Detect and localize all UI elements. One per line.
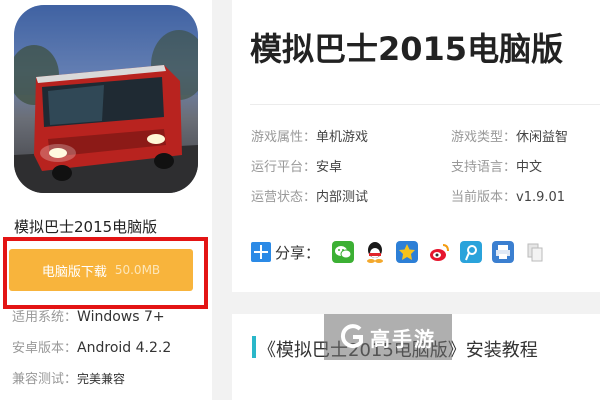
spec-row-compat: 兼容测试：完美兼容 [12,369,125,389]
attr-key: 游戏类型 [451,130,504,145]
app-sidebar-card: 模拟巴士2015电脑版 电脑版下载 50.0MB 适用系统：Windows 7+… [0,0,212,400]
attr-key: 游戏属性 [251,130,304,145]
share-bar: 分享： [251,236,556,268]
attr-sep: ： [303,160,317,175]
attr-key: 当前版本 [451,190,504,205]
qq-icon[interactable] [364,241,387,263]
watermark-text: 高手游 [370,326,436,351]
attr-value: 单机游戏 [316,130,369,145]
attr-value: 中文 [516,160,543,175]
download-label: 电脑版下载 [41,264,107,280]
weibo-icon[interactable] [428,241,451,263]
print-icon[interactable] [492,241,515,263]
divider [250,104,600,105]
share-plus-icon[interactable] [251,242,271,262]
spec-sep: ： [64,310,78,325]
spec-sep: ： [64,341,78,356]
attr-sep: ： [503,190,517,205]
spec-value: Windows 7+ [77,309,165,325]
watermark: 高手游 [324,314,452,360]
attr-key: 运营状态 [251,190,304,205]
attr-game-property: 游戏属性：单机游戏 [251,128,368,148]
pc-download-button[interactable]: 电脑版下载 50.0MB [9,249,193,291]
share-label: 分享： [275,243,321,262]
bus-app-icon[interactable] [14,5,198,193]
attr-sep: ： [503,130,517,145]
spec-key: 适用系统 [12,310,65,325]
spec-key: 兼容测试 [12,372,65,387]
section-accent-bar [252,336,256,358]
tencent-weibo-icon[interactable] [460,241,483,263]
spec-sep: ： [64,372,78,387]
spec-key: 安卓版本 [12,341,65,356]
attr-key: 支持语言 [451,160,504,175]
wechat-icon[interactable] [332,241,355,263]
attr-value: v1.9.01 [516,190,566,205]
attr-status: 运营状态：内部测试 [251,188,368,208]
attr-key: 运行平台 [251,160,304,175]
app-name: 模拟巴士2015电脑版 [14,218,158,236]
attr-language: 支持语言：中文 [451,158,542,178]
page-title: 模拟巴士2015电脑版 [250,30,564,68]
attr-value: 内部测试 [316,190,369,205]
attr-version: 当前版本：v1.9.01 [451,188,565,208]
attr-sep: ： [303,190,317,205]
attr-value: 休闲益智 [516,130,569,145]
spec-value: 完美兼容 [77,372,126,386]
qzone-icon[interactable] [396,241,419,263]
attr-sep: ： [303,130,317,145]
attr-platform: 运行平台：安卓 [251,158,342,178]
attr-value: 安卓 [316,160,343,175]
spec-row-android: 安卓版本：Android 4.2.2 [12,338,171,358]
watermark-logo-icon [340,324,364,350]
spec-row-system: 适用系统：Windows 7+ [12,307,165,327]
attr-game-type: 游戏类型：休闲益智 [451,128,568,148]
app-detail-card: 模拟巴士2015电脑版 游戏属性：单机游戏 游戏类型：休闲益智 运行平台：安卓 … [232,0,600,292]
spec-value: Android 4.2.2 [77,340,172,356]
attr-sep: ： [503,160,517,175]
copy-icon[interactable] [524,241,547,263]
download-size: 50.0MB [114,263,161,277]
